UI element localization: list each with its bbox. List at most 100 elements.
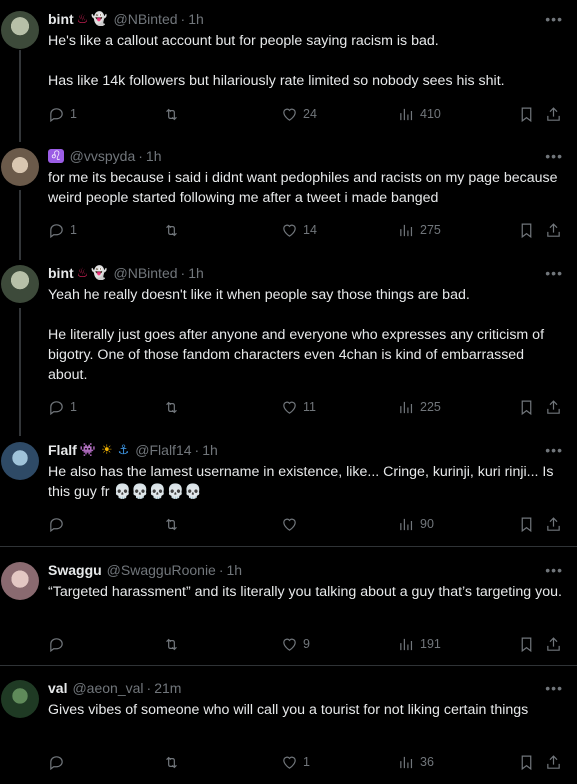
timestamp[interactable]: 1h	[202, 440, 218, 460]
like-button[interactable]	[281, 514, 298, 534]
reply-count: 1	[70, 400, 77, 414]
bookmark-button[interactable]	[518, 397, 535, 417]
avatar[interactable]	[1, 680, 39, 718]
more-icon[interactable]: •••	[545, 678, 563, 698]
avatar[interactable]	[1, 148, 39, 186]
like-count: 1	[303, 755, 310, 769]
views-button[interactable]: 275	[398, 220, 441, 240]
views-count: 275	[420, 223, 441, 237]
bookmark-icon	[521, 517, 532, 532]
like-count: 9	[303, 637, 310, 651]
timestamp[interactable]: 1h	[227, 560, 243, 580]
tweet-actions: 1 14 275	[48, 220, 565, 240]
tweet-header: Flalf 👾 ☀ ⚓ @Flalf14 · 1h	[48, 440, 218, 460]
retweet-icon	[166, 401, 177, 413]
share-button[interactable]	[545, 220, 562, 240]
views-button[interactable]: 191	[398, 634, 441, 654]
divider	[0, 665, 577, 666]
retweet-button[interactable]	[163, 514, 180, 534]
bookmark-button[interactable]	[518, 514, 535, 534]
reply-button[interactable]: 1	[48, 220, 77, 240]
reply-icon	[50, 755, 63, 770]
timestamp[interactable]: 1h	[188, 263, 204, 283]
like-button[interactable]: 24	[281, 104, 317, 124]
retweet-button[interactable]	[163, 104, 180, 124]
share-button[interactable]	[545, 397, 562, 417]
bookmark-button[interactable]	[518, 752, 535, 772]
reply-count: 1	[70, 107, 77, 121]
avatar[interactable]	[1, 442, 39, 480]
retweet-icon	[166, 756, 177, 768]
reply-button[interactable]	[48, 514, 65, 534]
tweet-actions: 1 24 410	[48, 104, 565, 124]
heart-icon	[283, 401, 296, 414]
views-button[interactable]: 90	[398, 514, 434, 534]
handle[interactable]: @NBinted	[114, 263, 178, 283]
share-button[interactable]	[545, 104, 562, 124]
views-button[interactable]: 410	[398, 104, 441, 124]
timestamp[interactable]: 1h	[146, 146, 162, 166]
display-name[interactable]: Swaggu	[48, 560, 102, 580]
retweet-icon	[166, 108, 177, 120]
handle[interactable]: @SwagguRoonie	[107, 560, 216, 580]
like-button[interactable]: 11	[281, 397, 316, 417]
more-icon[interactable]: •••	[545, 146, 563, 166]
bookmark-button[interactable]	[518, 104, 535, 124]
like-count: 24	[303, 107, 317, 121]
bookmark-icon	[521, 637, 532, 652]
thread-line	[19, 308, 21, 436]
avatar[interactable]	[1, 11, 39, 49]
share-icon	[547, 399, 560, 414]
display-name[interactable]: bint	[48, 9, 74, 29]
handle[interactable]: @vvspyda	[70, 146, 136, 166]
bookmark-button[interactable]	[518, 220, 535, 240]
timestamp[interactable]: 21m	[154, 678, 181, 698]
views-icon	[400, 756, 413, 768]
reply-icon	[50, 517, 63, 532]
handle[interactable]: @aeon_val	[72, 678, 143, 698]
display-name[interactable]: Flalf	[48, 440, 77, 460]
avatar[interactable]	[1, 562, 39, 600]
more-icon[interactable]: •••	[545, 560, 563, 580]
display-name[interactable]: val	[48, 678, 67, 698]
reply-button[interactable]: 1	[48, 104, 77, 124]
views-icon	[400, 401, 413, 413]
timestamp[interactable]: 1h	[188, 9, 204, 29]
retweet-button[interactable]	[163, 220, 180, 240]
reply-icon	[50, 637, 63, 652]
share-button[interactable]	[545, 634, 562, 654]
like-count: 11	[303, 400, 316, 414]
like-button[interactable]: 1	[281, 752, 310, 772]
sun-emoji: ☀	[100, 442, 113, 457]
views-button[interactable]: 225	[398, 397, 441, 417]
more-icon[interactable]: •••	[545, 440, 563, 460]
views-count: 191	[420, 637, 441, 651]
reply-button[interactable]	[48, 634, 65, 654]
divider	[0, 546, 577, 547]
like-button[interactable]: 14	[281, 220, 317, 240]
share-button[interactable]	[545, 752, 562, 772]
views-count: 36	[420, 755, 434, 769]
tweet-actions: 90	[48, 514, 565, 534]
avatar[interactable]	[1, 265, 39, 303]
retweet-button[interactable]	[163, 634, 180, 654]
retweet-button[interactable]	[163, 752, 180, 772]
more-icon[interactable]: •••	[545, 9, 563, 29]
views-button[interactable]: 36	[398, 752, 434, 772]
retweet-button[interactable]	[163, 397, 180, 417]
more-icon[interactable]: •••	[545, 263, 563, 283]
handle[interactable]: @Flalf14	[135, 440, 191, 460]
reply-button[interactable]: 1	[48, 397, 77, 417]
alien-monster-emoji: 👾	[79, 442, 96, 457]
heart-icon	[283, 224, 296, 237]
reply-button[interactable]	[48, 752, 65, 772]
share-button[interactable]	[545, 514, 562, 534]
thread-line	[19, 190, 21, 260]
handle[interactable]: @NBinted	[114, 9, 178, 29]
like-button[interactable]: 9	[281, 634, 310, 654]
share-icon	[547, 222, 560, 237]
bookmark-button[interactable]	[518, 634, 535, 654]
display-name[interactable]: bint	[48, 263, 74, 283]
anchor-emoji: ⚓	[117, 442, 130, 457]
share-icon	[547, 516, 560, 531]
